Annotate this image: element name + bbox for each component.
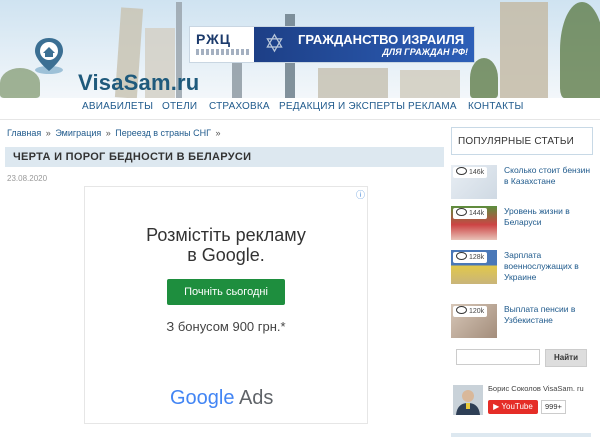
popular-article-item[interactable]: 128k Зарплата военнослужащих в Украине — [451, 250, 596, 288]
views-badge: 144k — [453, 208, 488, 219]
divider — [0, 119, 600, 120]
subscriber-count: 999+ — [541, 400, 566, 414]
search-input[interactable] — [456, 349, 540, 365]
search-button[interactable]: Найти — [545, 349, 587, 367]
views-badge: 120k — [453, 306, 488, 317]
breadcrumb-separator: » — [45, 128, 51, 138]
eye-icon — [456, 306, 467, 315]
popular-articles-title: ПОПУЛЯРНЫЕ СТАТЬИ — [458, 136, 574, 147]
popular-articles-header: ПОПУЛЯРНЫЕ СТАТЬИ — [451, 127, 593, 155]
google-ad[interactable]: ⓘ Розмістіть рекламу в Google. Почніть с… — [84, 186, 368, 424]
nav-item-ads[interactable]: РЕКЛАМА — [408, 101, 457, 112]
popular-article-item[interactable]: 144k Уровень жизни в Беларуси — [451, 206, 596, 244]
map-pin-logo-icon[interactable] — [32, 36, 66, 74]
youtube-subscribe-button[interactable]: ▶ YouTube — [488, 400, 538, 414]
church-decoration — [500, 2, 548, 98]
tree-decoration — [470, 58, 498, 98]
ad-info-icon[interactable]: ⓘ — [356, 188, 365, 201]
breadcrumb-link-emigration[interactable]: Эмиграция — [55, 128, 101, 138]
banner-logo: РЖЦ — [196, 31, 232, 47]
popular-article-item[interactable]: 120k Выплата пенсии в Узбекистане — [451, 304, 596, 342]
popular-article-title[interactable]: Зарплата военнослужащих в Украине — [504, 250, 596, 283]
eye-icon — [456, 208, 467, 217]
nav-item-contacts[interactable]: КОНТАКТЫ — [468, 101, 524, 112]
site-logo-text[interactable]: VisaSam.ru — [78, 70, 199, 96]
google-logo-text: Google — [170, 387, 235, 409]
article-date: 23.08.2020 — [7, 174, 48, 183]
page-title: ЧЕРТА И ПОРОГ БЕДНОСТИ В БЕЛАРУСИ — [13, 151, 252, 163]
article-thumbnail[interactable]: 144k — [451, 206, 497, 240]
building-decoration — [400, 70, 460, 98]
avatar[interactable] — [453, 385, 483, 415]
nav-item-hotels[interactable]: ОТЕЛИ — [162, 101, 197, 112]
site-header: VisaSam.ru РЖЦ ✡ ГРАЖДАНСТВО ИЗРАИЛЯ ДЛЯ… — [0, 0, 600, 98]
views-badge: 128k — [453, 252, 488, 263]
article-thumbnail[interactable]: 120k — [451, 304, 497, 338]
popular-article-title[interactable]: Выплата пенсии в Узбекистане — [504, 304, 596, 326]
nav-item-editorial[interactable]: РЕДАКЦИЯ И ЭКСПЕРТЫ — [279, 101, 405, 112]
youtube-channel-name[interactable]: Борис Соколов VisaSam. ru — [488, 384, 584, 393]
ad-headline-2: в Google. — [187, 245, 265, 265]
nav-item-insurance[interactable]: СТРАХОВКА — [209, 101, 270, 112]
banner-title: ГРАЖДАНСТВО ИЗРАИЛЯ — [298, 32, 465, 47]
star-of-david-icon: ✡ — [264, 30, 285, 58]
banner-logo-caption — [196, 49, 250, 55]
ad-headline: Розмістіть рекламу — [146, 225, 306, 245]
play-icon: ▶ — [493, 402, 500, 411]
palm-decoration — [560, 2, 600, 98]
article-thumbnail[interactable]: 128k — [451, 250, 497, 284]
breadcrumb-link-cis[interactable]: Переезд в страны СНГ — [115, 128, 211, 138]
main-nav: АВИАБИЛЕТЫ ОТЕЛИ СТРАХОВКА РЕДАКЦИЯ И ЭК… — [0, 98, 600, 118]
google-ads-logo: Google Ads — [170, 387, 273, 410]
building-decoration — [318, 68, 388, 98]
breadcrumb: Главная » Эмиграция » Переезд в страны С… — [7, 128, 223, 138]
widget-divider — [451, 433, 591, 437]
page-title-bar: ЧЕРТА И ПОРОГ БЕДНОСТИ В БЕЛАРУСИ — [5, 147, 444, 167]
popular-article-item[interactable]: 146k Сколько стоит бензин в Казахстане — [451, 165, 596, 203]
views-badge: 146k — [453, 167, 488, 178]
article-thumbnail[interactable]: 146k — [451, 165, 497, 199]
youtube-label: YouTube — [501, 402, 533, 411]
banner-main: ✡ ГРАЖДАНСТВО ИЗРАИЛЯ ДЛЯ ГРАЖДАН РФ! — [254, 27, 474, 62]
header-ad-banner[interactable]: РЖЦ ✡ ГРАЖДАНСТВО ИЗРАИЛЯ ДЛЯ ГРАЖДАН РФ… — [189, 26, 475, 63]
ads-logo-text: Ads — [238, 387, 274, 409]
breadcrumb-separator: » — [215, 128, 221, 138]
ad-bonus-text: З бонусом 900 грн.* — [166, 319, 286, 334]
breadcrumb-separator: » — [105, 128, 111, 138]
banner-logo-block: РЖЦ — [190, 27, 254, 62]
person-photo-icon — [453, 385, 483, 415]
nav-item-avia[interactable]: АВИАБИЛЕТЫ — [82, 101, 153, 112]
eye-icon — [456, 167, 467, 176]
ad-start-button[interactable]: Почніть сьогодні — [167, 279, 285, 305]
breadcrumb-link-home[interactable]: Главная — [7, 128, 41, 138]
banner-subtitle: ДЛЯ ГРАЖДАН РФ! — [382, 47, 468, 57]
popular-article-title[interactable]: Уровень жизни в Беларуси — [504, 206, 596, 228]
popular-article-title[interactable]: Сколько стоит бензин в Казахстане — [504, 165, 596, 187]
eye-icon — [456, 252, 467, 261]
